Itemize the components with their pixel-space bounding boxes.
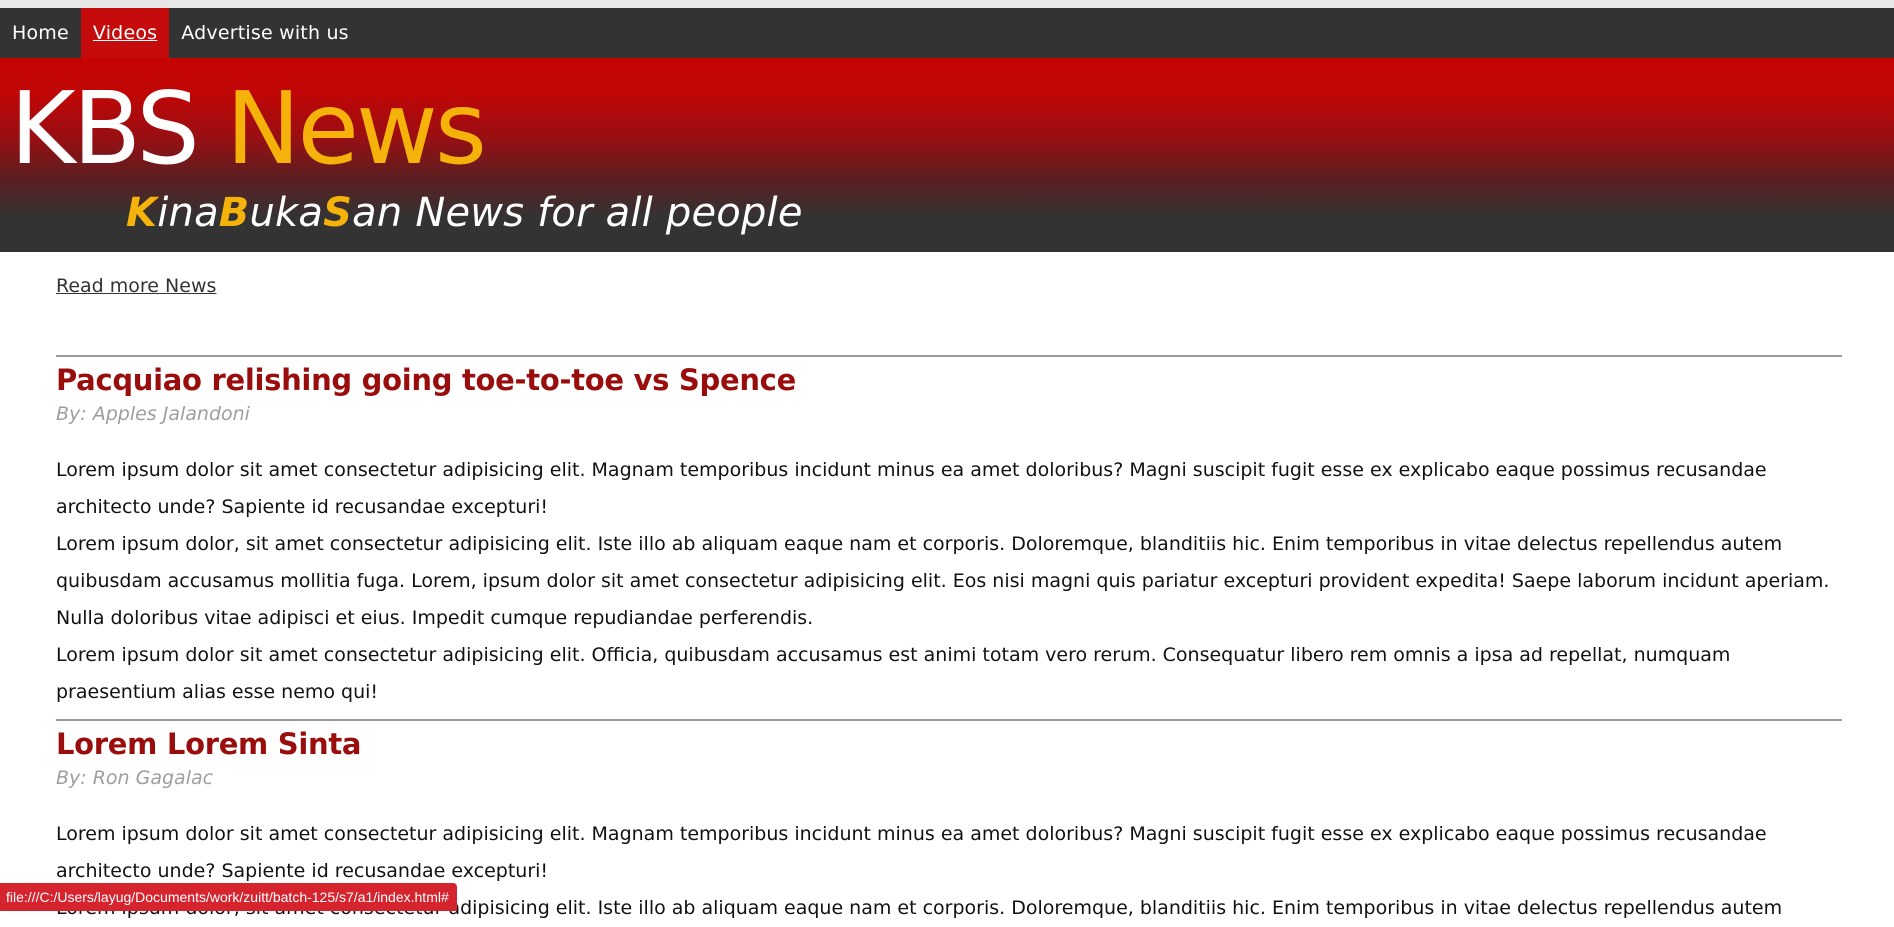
article-paragraph: Lorem ipsum dolor sit amet consectetur a… — [56, 823, 1767, 882]
logo-news-text: News — [225, 70, 487, 187]
read-more-news-link[interactable]: Read more News — [56, 275, 216, 297]
article-paragraph: Lorem ipsum dolor sit amet consectetur a… — [56, 644, 1731, 703]
top-navbar: Home Videos Advertise with us — [0, 8, 1894, 58]
tagline-b: B — [218, 190, 250, 236]
tagline-ina: ina — [157, 190, 219, 236]
article-paragraph: Lorem ipsum dolor, sit amet consectetur … — [56, 533, 1830, 629]
tagline-s: S — [323, 190, 353, 236]
article-byline: By: Ron Gagalac — [56, 767, 214, 789]
site-header: KBS News KinaBukaSan News for all people — [0, 58, 1894, 252]
tagline-rest: an News for all people — [352, 190, 803, 236]
article-pacquiao: Pacquiao relishing going toe-to-toe vs S… — [56, 355, 1842, 711]
browser-top-strip — [0, 0, 1894, 8]
browser-status-bar-url: file:///C:/Users/layug/Documents/work/zu… — [0, 883, 457, 911]
article-paragraph: Lorem ipsum dolor sit amet consectetur a… — [56, 459, 1767, 518]
site-logo: KBS News — [10, 74, 487, 184]
article-body: Lorem ipsum dolor sit amet consectetur a… — [56, 452, 1842, 711]
logo-kbs-text: KBS — [10, 70, 200, 187]
tagline-uka: uka — [249, 190, 324, 236]
article-title: Lorem Lorem Sinta — [56, 727, 362, 761]
article-title: Pacquiao relishing going toe-to-toe vs S… — [56, 363, 796, 397]
nav-advertise-link[interactable]: Advertise with us — [169, 8, 361, 58]
nav-videos-link[interactable]: Videos — [80, 8, 170, 58]
nav-home-link[interactable]: Home — [0, 8, 81, 58]
tagline-k: K — [126, 190, 158, 236]
article-byline: By: Apples Jalandoni — [56, 403, 250, 425]
main-content: Read more News Pacquiao relishing going … — [56, 252, 1842, 919]
site-tagline: KinaBukaSan News for all people — [126, 190, 803, 236]
